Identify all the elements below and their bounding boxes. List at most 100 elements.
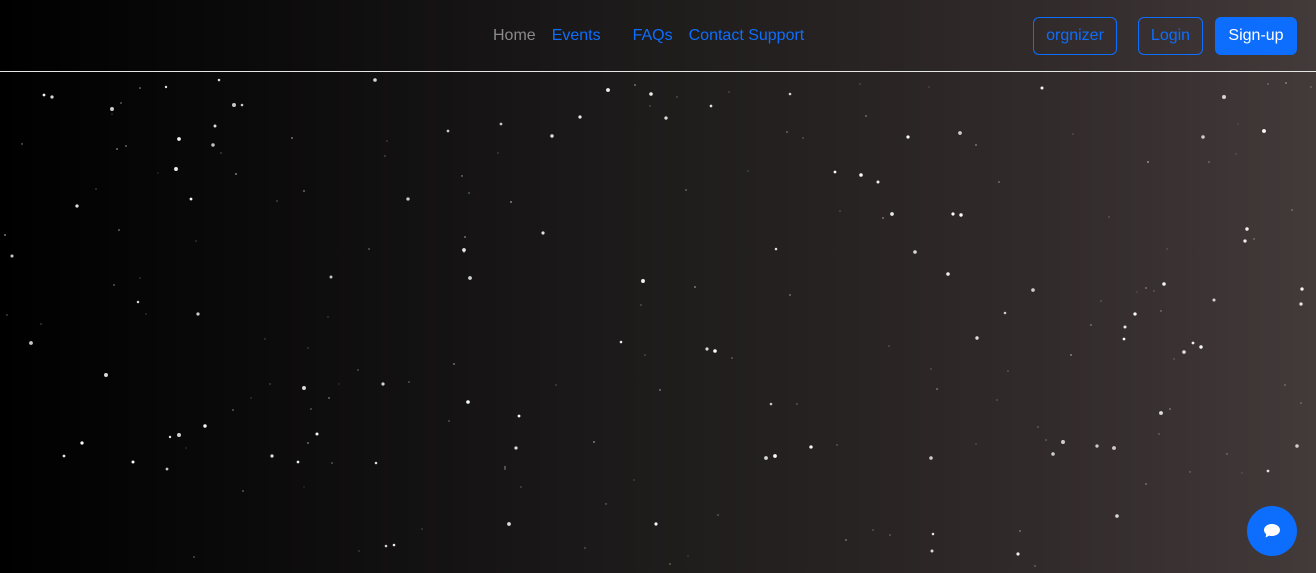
star [930, 368, 932, 370]
star [386, 140, 388, 142]
star [276, 200, 278, 202]
star [406, 197, 410, 201]
star [1070, 354, 1072, 356]
star [687, 555, 689, 557]
star [1112, 446, 1116, 450]
login-button[interactable]: Login [1138, 17, 1203, 55]
star [1145, 483, 1147, 485]
star [1061, 440, 1065, 444]
star [788, 92, 792, 96]
star [1162, 282, 1166, 286]
star [310, 408, 312, 410]
star [1284, 384, 1286, 386]
top-navbar: Home Events FAQs Contact Support orgnize… [0, 0, 1316, 72]
star [75, 204, 79, 208]
star [1212, 298, 1216, 302]
star [1267, 83, 1269, 85]
star [1123, 325, 1127, 329]
star [1158, 433, 1160, 435]
star [195, 240, 197, 242]
star [606, 88, 610, 92]
star [291, 137, 293, 139]
star [189, 197, 193, 201]
star [131, 460, 135, 464]
star [517, 414, 521, 418]
star [913, 250, 917, 254]
star [731, 357, 733, 359]
star [809, 445, 813, 449]
star [232, 103, 236, 107]
star [120, 102, 122, 104]
star [1243, 239, 1247, 243]
star [1108, 216, 1110, 218]
organizer-button[interactable]: orgnizer [1033, 17, 1117, 55]
star [499, 122, 503, 126]
star [640, 304, 642, 306]
star [242, 490, 244, 492]
star [1266, 469, 1270, 473]
chat-button[interactable] [1247, 506, 1297, 556]
star [1037, 426, 1039, 428]
star [664, 116, 668, 120]
star [1208, 161, 1210, 163]
star [676, 96, 678, 98]
star [303, 486, 305, 488]
star [931, 532, 935, 536]
star [111, 113, 113, 115]
star [264, 338, 266, 340]
star [462, 248, 466, 252]
nav-home-link[interactable]: Home [493, 27, 536, 45]
star [302, 386, 306, 390]
star [876, 180, 880, 184]
star [1191, 341, 1195, 345]
star [40, 323, 42, 325]
star [217, 78, 221, 82]
star [1226, 453, 1228, 455]
signup-button[interactable]: Sign-up [1215, 17, 1297, 55]
star [384, 544, 388, 548]
star [62, 454, 66, 458]
star [203, 424, 207, 428]
star [113, 284, 115, 286]
star [196, 312, 200, 316]
star [796, 403, 798, 405]
nav-contact-support-link[interactable]: Contact Support [689, 27, 805, 45]
star [644, 354, 646, 356]
star [555, 384, 557, 386]
star [975, 443, 977, 445]
star [550, 134, 554, 138]
nav-faqs-link[interactable]: FAQs [633, 27, 673, 45]
star [1189, 471, 1191, 473]
star [6, 314, 8, 316]
star [709, 104, 713, 108]
star [1090, 324, 1092, 326]
star [116, 148, 118, 150]
star [649, 105, 651, 107]
star [270, 454, 274, 458]
star [930, 549, 934, 553]
star [42, 93, 46, 97]
star [1241, 472, 1243, 474]
star [315, 432, 319, 436]
star [211, 143, 215, 147]
star [381, 382, 385, 386]
star [946, 272, 950, 276]
nav-events-link[interactable]: Events [552, 27, 601, 45]
star [136, 300, 140, 304]
star [327, 316, 329, 318]
star [504, 468, 506, 470]
star [593, 441, 595, 443]
star [177, 137, 181, 141]
star [510, 201, 512, 203]
star [328, 397, 330, 399]
star [164, 85, 168, 89]
star [118, 229, 120, 231]
star [605, 503, 607, 505]
star [1147, 161, 1149, 163]
star [374, 461, 378, 465]
star [331, 462, 333, 464]
star [1145, 287, 1147, 289]
star [1285, 82, 1287, 84]
star [29, 341, 33, 345]
star [1019, 530, 1021, 532]
